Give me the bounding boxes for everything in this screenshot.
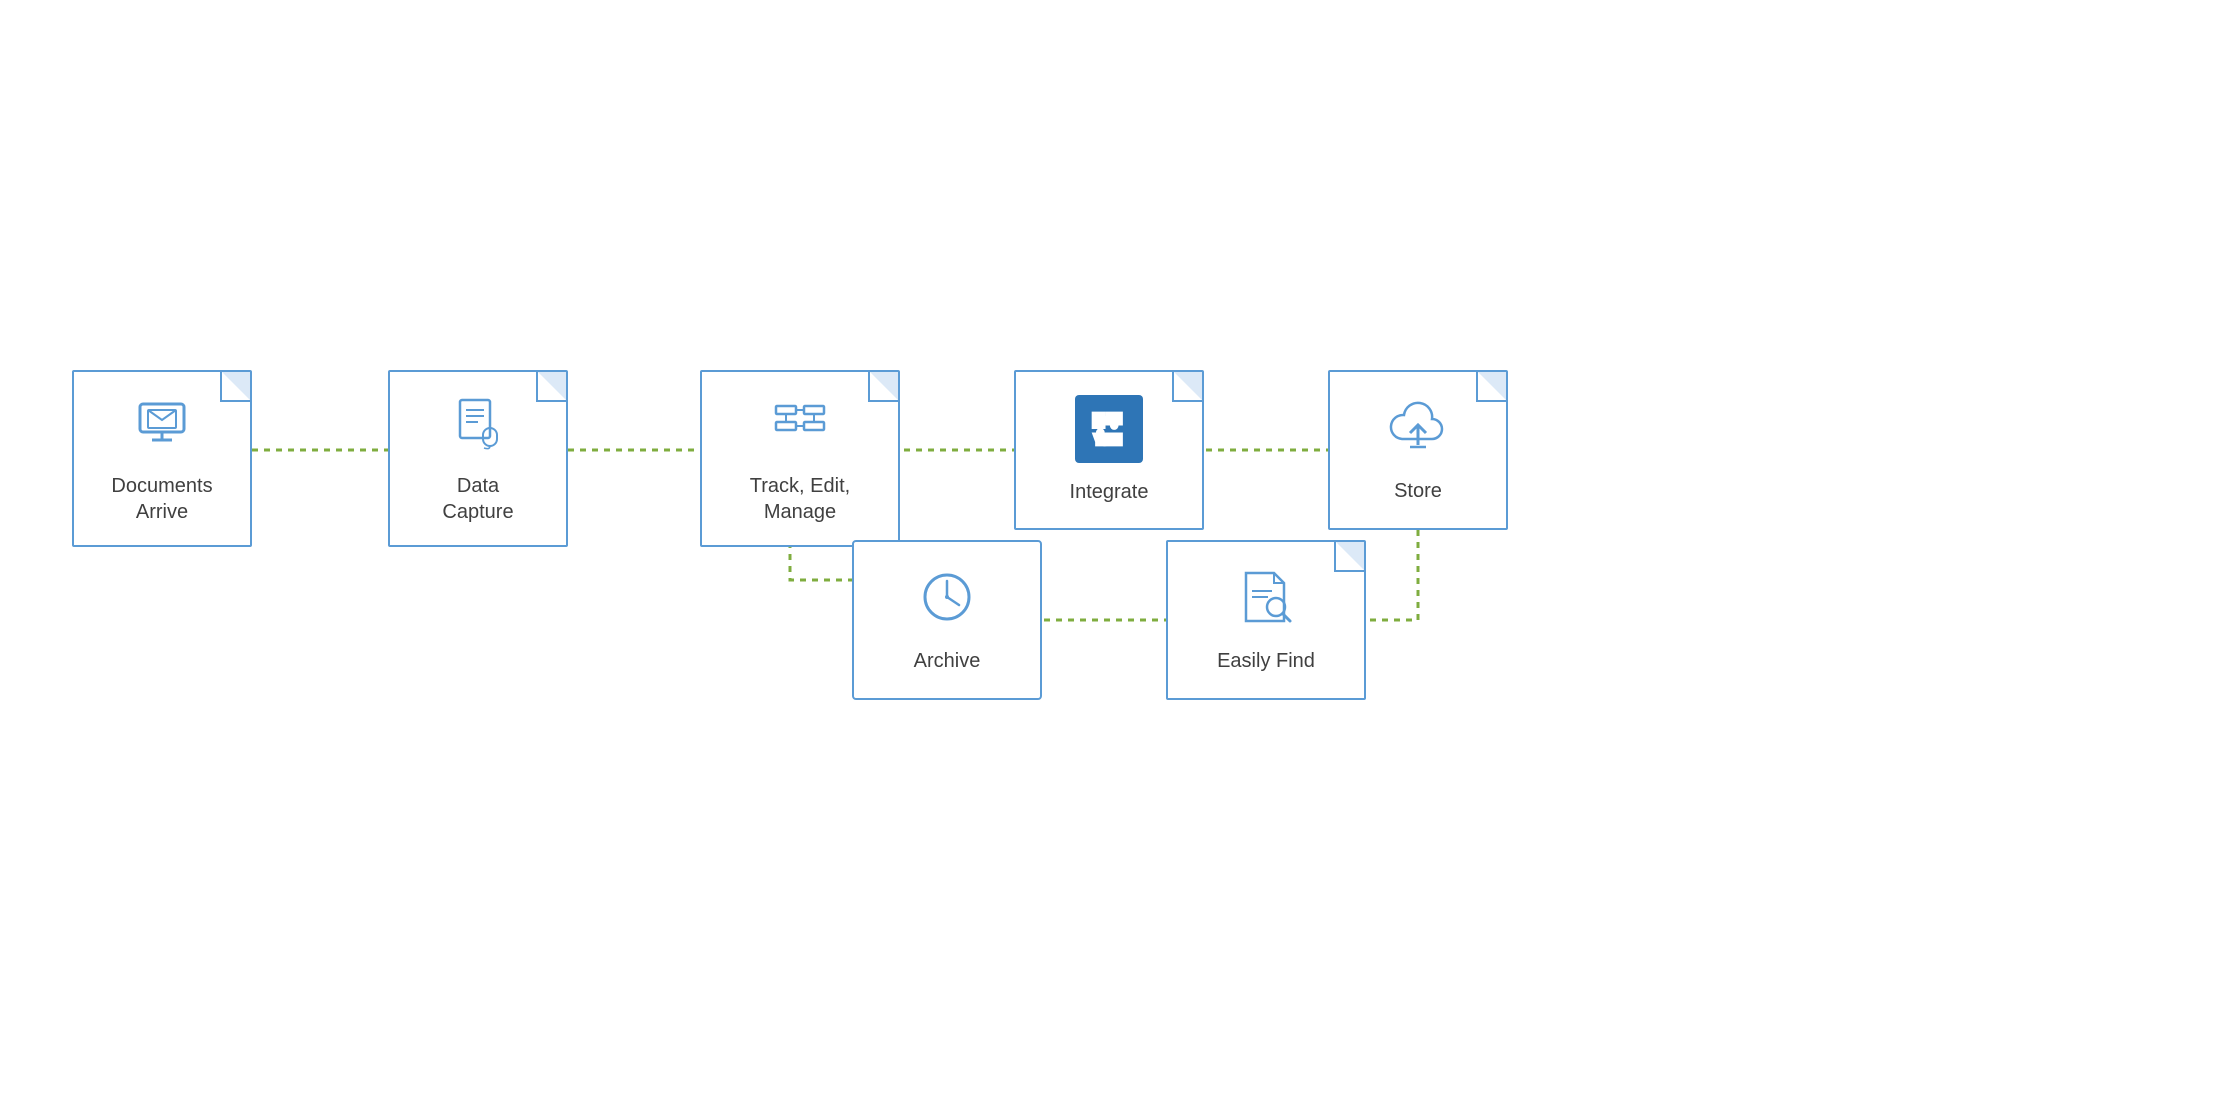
card-store: Store: [1328, 370, 1508, 530]
card-store-label: Store: [1394, 478, 1442, 504]
card-data-capture-label: Data Capture: [442, 473, 513, 525]
search-doc-icon: [1236, 567, 1296, 636]
connectors-layer: [0, 0, 2240, 1120]
card-data-capture: Data Capture: [388, 370, 568, 547]
clock-icon: [917, 567, 977, 636]
data-capture-icon: [448, 392, 508, 461]
card-track-edit-manage-label: Track, Edit, Manage: [750, 473, 850, 525]
diagram-container: Documents Arrive Data Capture: [0, 0, 2240, 1120]
puzzle-icon: [1075, 395, 1143, 463]
cloud-upload-icon: [1388, 397, 1448, 466]
card-integrate: Integrate: [1014, 370, 1204, 530]
card-documents-arrive-label: Documents Arrive: [111, 473, 212, 525]
track-edit-icon: [770, 392, 830, 461]
card-easily-find-label: Easily Find: [1217, 648, 1315, 674]
card-archive-label: Archive: [914, 648, 981, 674]
card-integrate-label: Integrate: [1070, 479, 1149, 505]
card-easily-find: Easily Find: [1166, 540, 1366, 700]
card-documents-arrive: Documents Arrive: [72, 370, 252, 547]
card-archive: Archive: [852, 540, 1042, 700]
card-track-edit-manage: Track, Edit, Manage: [700, 370, 900, 547]
email-monitor-icon: [132, 392, 192, 461]
